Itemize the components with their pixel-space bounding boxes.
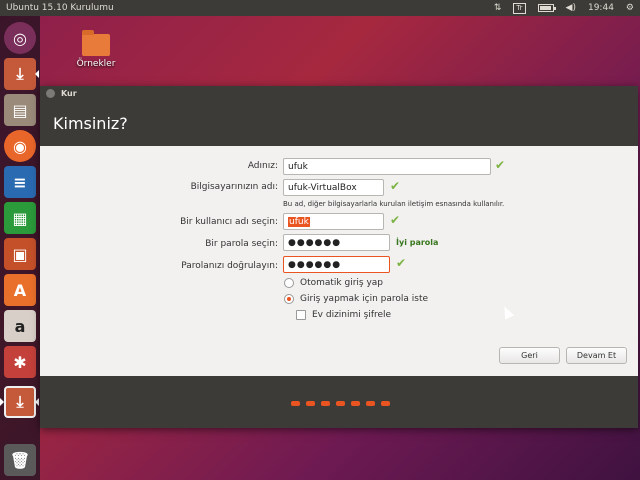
page-title: Kimsiniz?	[53, 113, 128, 133]
trash-icon[interactable]: 🗑	[4, 444, 36, 476]
password-input[interactable]: ●●●●●●	[283, 234, 390, 251]
progress-dot	[291, 401, 300, 406]
encrypt-home-checkbox[interactable]	[296, 310, 306, 320]
back-button[interactable]: Geri	[499, 347, 560, 364]
username-check-icon: ✔	[390, 213, 401, 227]
launcher: ◎ ⤓ ▤ ◉ ≡ ▦ ▣ A a ✱ ⤓ 🗑	[0, 16, 40, 480]
keyboard-icon[interactable]: Tr	[513, 2, 526, 14]
password-label: Bir parola seçin:	[205, 239, 278, 249]
close-icon[interactable]	[46, 88, 55, 98]
keyboard-layout: Tr	[513, 2, 526, 14]
computer-name-label: Bilgisayarınızın adı:	[190, 182, 278, 192]
password-strength: İyi parola	[396, 238, 439, 247]
name-input[interactable]: ufuk	[283, 158, 491, 175]
username-value: ufuk	[288, 216, 310, 227]
impress-icon[interactable]: ▣	[4, 238, 36, 270]
running-indicator	[35, 398, 39, 406]
footer-band	[40, 376, 638, 428]
confirm-password-input[interactable]: ●●●●●●	[283, 256, 390, 273]
confirm-password-value: ●●●●●●	[288, 259, 342, 270]
folder-icon	[82, 30, 110, 56]
progress-dot	[351, 401, 360, 406]
top-panel: Ubuntu 15.10 Kurulumu ⇅ Tr ◀) 19:44 ⚙	[0, 0, 640, 16]
software-center-icon[interactable]: A	[4, 274, 36, 306]
encrypt-home-label: Ev dizinimi şifrele	[312, 310, 392, 320]
require-password-option[interactable]: Giriş yapmak için parola iste	[284, 294, 428, 304]
running-indicator	[35, 70, 39, 78]
continue-button[interactable]: Devam Et	[566, 347, 627, 364]
gear-icon[interactable]: ⚙	[626, 3, 634, 13]
progress-dot	[366, 401, 375, 406]
auto-login-radio[interactable]	[284, 278, 294, 288]
files-icon[interactable]: ▤	[4, 94, 36, 126]
header-band: Kimsiniz?	[40, 100, 638, 146]
installer-active-icon[interactable]: ⤓	[4, 386, 36, 418]
progress-dot	[321, 401, 330, 406]
require-password-label: Giriş yapmak için parola iste	[300, 294, 429, 304]
battery-icon[interactable]	[537, 4, 556, 12]
writer-icon[interactable]: ≡	[4, 166, 36, 198]
computer-name-value: ufuk-VirtualBox	[288, 182, 357, 193]
name-value: ufuk	[288, 161, 308, 172]
settings-icon[interactable]: ✱	[4, 346, 36, 378]
progress-dot	[381, 401, 390, 406]
confirm-password-label: Parolanızı doğrulayın:	[181, 261, 278, 271]
volume-icon[interactable]: ◀)	[566, 3, 576, 13]
installer-window: Kur Kimsiniz? Adınız: ufuk ✔ Bilgisayarı…	[40, 86, 638, 428]
computer-name-hint: Bu ad, diğer bilgisayarlarla kurulan ile…	[283, 200, 505, 208]
window-title: Ubuntu 15.10 Kurulumu	[6, 3, 114, 13]
auto-login-label: Otomatik giriş yap	[300, 278, 384, 288]
username-input[interactable]: ufuk	[283, 213, 384, 230]
progress-dot	[306, 401, 315, 406]
computer-name-check-icon: ✔	[390, 179, 401, 193]
window-titlebar[interactable]: Kur	[40, 86, 638, 100]
clock[interactable]: 19:44	[588, 3, 614, 13]
network-arrows-icon[interactable]: ⇅	[494, 3, 502, 13]
password-value: ●●●●●●	[288, 237, 342, 248]
computer-name-input[interactable]: ufuk-VirtualBox	[283, 179, 384, 196]
name-label: Adınız:	[247, 161, 278, 171]
auto-login-option[interactable]: Otomatik giriş yap	[284, 278, 383, 288]
username-label: Bir kullanıcı adı seçin:	[180, 217, 278, 227]
installer-icon[interactable]: ⤓	[4, 58, 36, 90]
window-title-text: Kur	[61, 88, 77, 98]
name-check-icon: ✔	[495, 158, 506, 172]
amazon-icon[interactable]: a	[4, 310, 36, 342]
confirm-password-check-icon: ✔	[396, 256, 407, 270]
ubuntu-dash-icon[interactable]: ◎	[4, 22, 36, 54]
progress-dot	[336, 401, 345, 406]
calc-icon[interactable]: ▦	[4, 202, 36, 234]
active-indicator	[0, 398, 4, 406]
desktop-folder[interactable]: Örnekler	[76, 30, 116, 69]
firefox-icon[interactable]: ◉	[4, 130, 36, 162]
require-password-radio[interactable]	[284, 294, 294, 304]
encrypt-home-option[interactable]: Ev dizinimi şifrele	[296, 310, 391, 320]
desktop-folder-label: Örnekler	[76, 59, 116, 69]
